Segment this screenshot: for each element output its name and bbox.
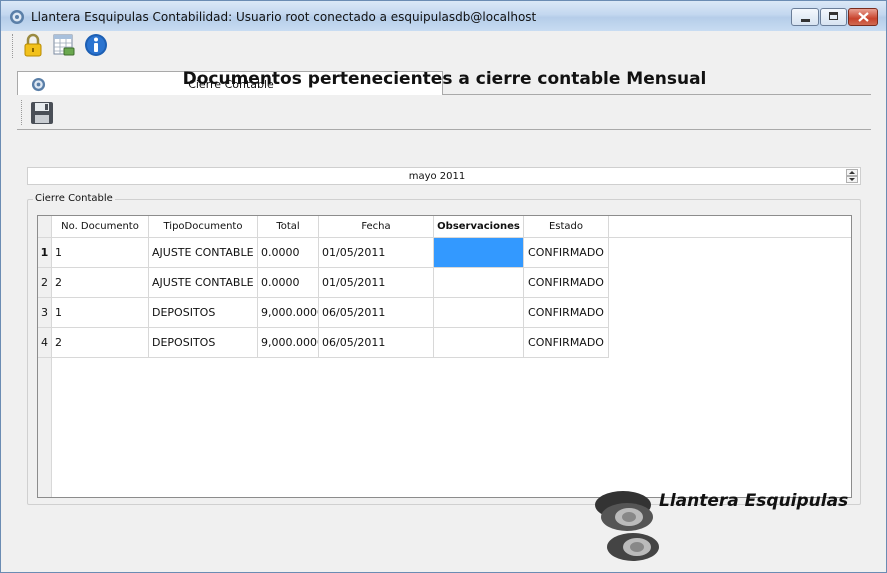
table-cell[interactable]: AJUSTE CONTABLE: [149, 268, 258, 298]
column-header-tipo-documento[interactable]: TipoDocumento: [149, 216, 258, 238]
table-cell[interactable]: 0.0000: [258, 238, 319, 268]
month-date-edit[interactable]: mayo 2011: [27, 167, 861, 185]
company-logo: Llantera Esquipulas: [591, 491, 871, 566]
table-cell[interactable]: 0.0000: [258, 268, 319, 298]
close-icon: [858, 12, 869, 22]
window-title: Llantera Esquipulas Contabilidad: Usuari…: [31, 10, 537, 24]
maximize-button[interactable]: [820, 8, 847, 26]
spin-up-button[interactable]: [846, 169, 858, 176]
column-header-estado[interactable]: Estado: [524, 216, 609, 238]
column-header-empty: [609, 216, 851, 238]
row-header[interactable]: 2: [38, 268, 52, 298]
spin-down-button[interactable]: [846, 176, 858, 183]
table-corner-button[interactable]: [38, 216, 52, 238]
column-header-observaciones[interactable]: Observaciones: [434, 216, 524, 238]
table-cell[interactable]: 1: [52, 298, 149, 328]
pane-toolbar-grip[interactable]: [21, 100, 25, 125]
page-title: Documentos pertenecientes a cierre conta…: [182, 69, 707, 89]
table-cell[interactable]: 06/05/2011: [319, 298, 434, 328]
table-cell[interactable]: DEPOSITOS: [149, 328, 258, 358]
title-bar: Llantera Esquipulas Contabilidad: Usuari…: [1, 1, 886, 31]
chevron-up-icon: [849, 171, 855, 174]
table-cell[interactable]: 1: [52, 238, 149, 268]
lock-icon[interactable]: [21, 33, 45, 57]
table-cell[interactable]: 01/05/2011: [319, 238, 434, 268]
table-cell[interactable]: 9,000.0000: [258, 328, 319, 358]
table-cell[interactable]: [434, 298, 524, 328]
logo-text: Llantera Esquipulas: [659, 491, 849, 511]
row-header[interactable]: 4: [38, 328, 52, 358]
row-header[interactable]: 3: [38, 298, 52, 328]
spreadsheet-icon[interactable]: [52, 33, 76, 57]
column-header-no-documento[interactable]: No. Documento: [52, 216, 149, 238]
maximize-icon: [829, 12, 838, 20]
selected-cell-observaciones[interactable]: [434, 238, 524, 268]
toolbar-grip[interactable]: [12, 34, 16, 58]
minimize-icon: [801, 19, 810, 22]
month-value: mayo 2011: [408, 171, 466, 182]
app-icon: [10, 10, 24, 24]
close-button[interactable]: [848, 8, 878, 26]
table-cell[interactable]: [434, 268, 524, 298]
save-icon[interactable]: [30, 101, 54, 125]
table-cell[interactable]: 2: [52, 268, 149, 298]
table-cell[interactable]: [434, 328, 524, 358]
table-cell[interactable]: 9,000.0000: [258, 298, 319, 328]
table-cell[interactable]: CONFIRMADO: [524, 298, 609, 328]
column-header-total[interactable]: Total: [258, 216, 319, 238]
chevron-down-icon: [849, 178, 855, 181]
info-icon[interactable]: [84, 33, 108, 57]
row-header[interactable]: 1: [38, 238, 52, 268]
documents-table[interactable]: No. Documento TipoDocumento Total Fecha …: [37, 215, 852, 498]
table-cell[interactable]: AJUSTE CONTABLE: [149, 238, 258, 268]
app-window: Llantera Esquipulas Contabilidad: Usuari…: [0, 0, 887, 573]
table-cell[interactable]: CONFIRMADO: [524, 238, 609, 268]
table-cell[interactable]: 06/05/2011: [319, 328, 434, 358]
table-cell[interactable]: CONFIRMADO: [524, 268, 609, 298]
group-title: Cierre Contable: [33, 193, 115, 204]
table-cell[interactable]: 01/05/2011: [319, 268, 434, 298]
minimize-button[interactable]: [791, 8, 819, 26]
tire-icon: [595, 491, 659, 561]
main-toolbar: [1, 31, 886, 61]
row-header-area: [38, 358, 52, 497]
column-header-fecha[interactable]: Fecha: [319, 216, 434, 238]
toolbar-separator: [17, 129, 871, 130]
table-cell[interactable]: DEPOSITOS: [149, 298, 258, 328]
table-cell[interactable]: 2: [52, 328, 149, 358]
table-cell[interactable]: CONFIRMADO: [524, 328, 609, 358]
month-spinner: [846, 168, 859, 184]
